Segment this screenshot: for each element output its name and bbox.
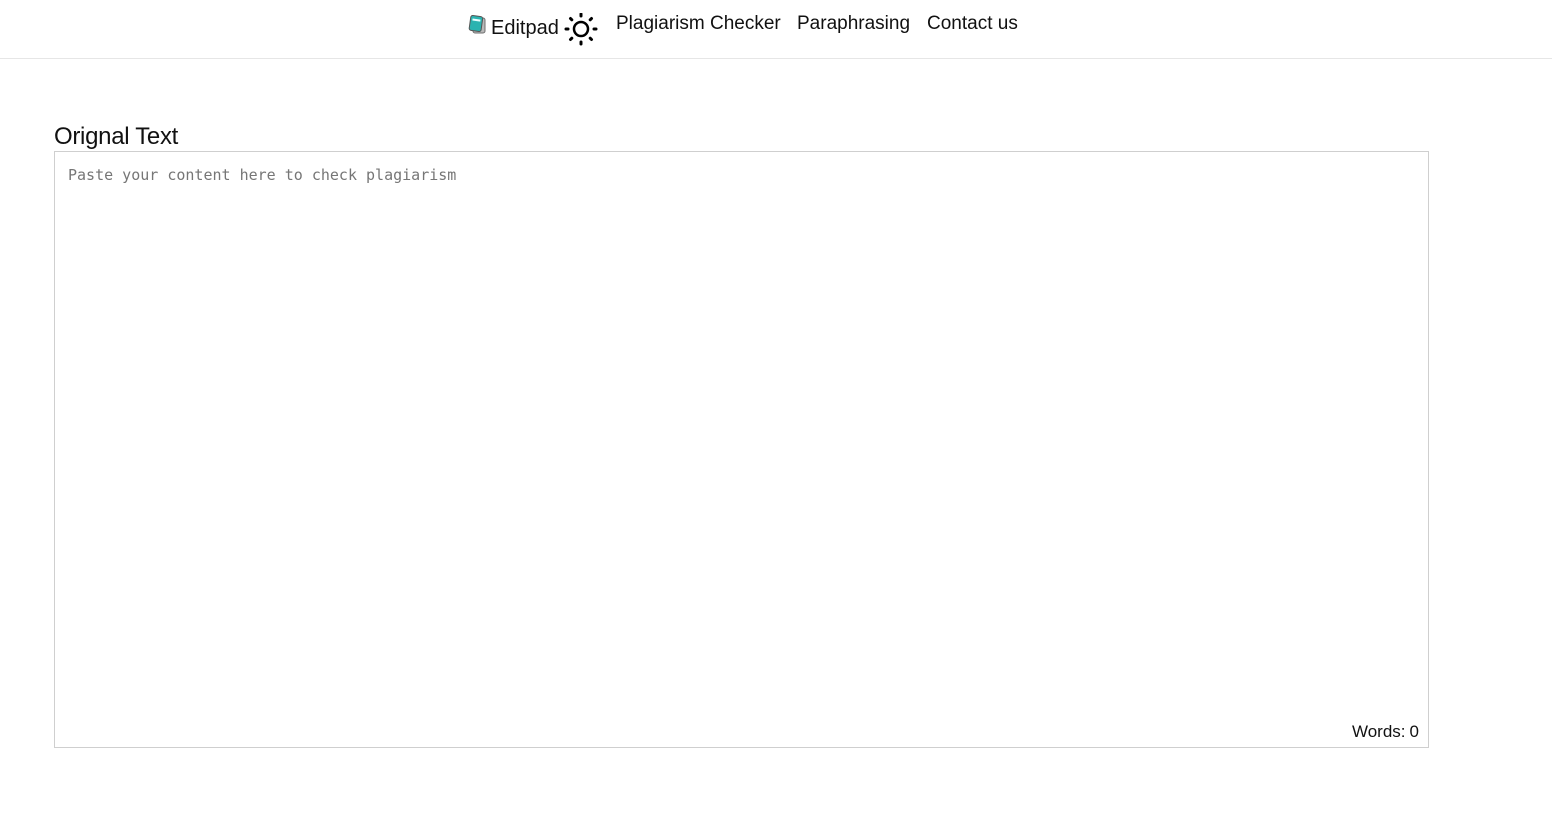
section-title: Orignal Text: [54, 123, 179, 150]
nav-paraphrasing[interactable]: Paraphrasing: [797, 12, 910, 36]
word-count: Words: 0: [1352, 721, 1419, 743]
original-text-input[interactable]: [55, 152, 1428, 747]
word-count-value: 0: [1409, 722, 1419, 741]
top-navigation-bar: Editpad Plagiarism Checker Paraphrasing …: [0, 0, 1552, 59]
editor-container: Words: 0: [54, 151, 1429, 748]
notepad-icon: [467, 14, 489, 37]
nav-plagiarism-checker[interactable]: Plagiarism Checker: [616, 12, 781, 36]
word-count-label: Words:: [1351, 722, 1406, 741]
theme-toggle-button[interactable]: [564, 12, 598, 47]
nav-contact-us[interactable]: Contact us: [927, 12, 1018, 36]
brand-name: Editpad: [491, 17, 559, 39]
brand-logo-link[interactable]: Editpad: [467, 12, 559, 40]
sun-icon: [564, 12, 598, 46]
